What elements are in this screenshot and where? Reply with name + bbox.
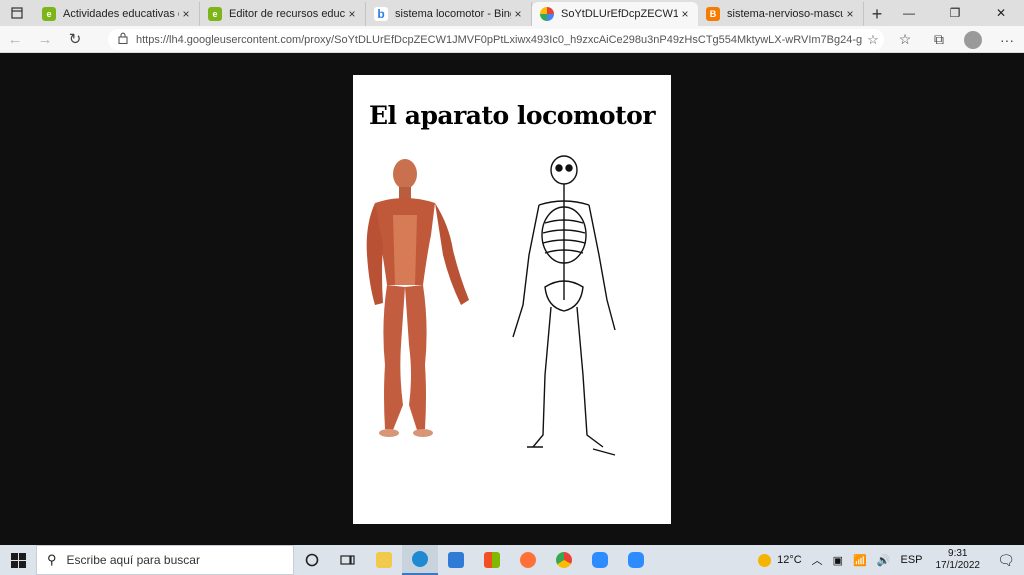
window-controls: — ❐ ✕ <box>886 0 1024 26</box>
google-photos-favicon-icon <box>540 7 554 21</box>
sun-icon <box>758 553 772 567</box>
weather-temperature: 12°C <box>777 554 802 566</box>
forward-arrow-icon[interactable]: → <box>30 26 60 53</box>
poster-image[interactable]: El aparato locomotor <box>353 75 671 524</box>
tab-strip: e Actividades educativas de PA × e Edito… <box>0 0 1024 26</box>
close-icon[interactable]: × <box>843 7 857 21</box>
tab-sistema-nervioso[interactable]: B sistema-nervioso-masculino- × <box>698 2 864 26</box>
chevron-up-icon[interactable]: ︿ <box>807 545 828 575</box>
tray-app-icon[interactable]: ▣ <box>828 545 848 575</box>
network-icon[interactable]: 📶 <box>848 545 872 575</box>
collections-icon[interactable]: ⧉ <box>922 26 956 53</box>
edge-browser-icon[interactable] <box>402 545 438 575</box>
volume-icon[interactable]: 🔊 <box>872 545 896 575</box>
tab-title: sistema-nervioso-masculino- <box>727 8 843 20</box>
windows-taskbar: ⚲ Escribe aquí para buscar 12°C ︿ ▣ 📶 🔊 … <box>0 545 1024 575</box>
educaplay-favicon-icon: e <box>42 7 56 21</box>
close-icon[interactable]: × <box>678 7 692 21</box>
lock-icon[interactable] <box>118 32 136 47</box>
cortana-icon[interactable] <box>294 545 330 575</box>
bing-favicon-icon: b <box>374 7 388 21</box>
tab-title: SoYtDLUrEfDcpZECW1JMVF0 <box>561 8 678 20</box>
add-favorite-icon[interactable]: ☆ <box>862 32 884 48</box>
image-viewer: El aparato locomotor <box>0 54 1024 545</box>
task-view-icon[interactable] <box>330 545 366 575</box>
input-language[interactable]: ESP <box>895 545 927 575</box>
minimize-icon[interactable]: — <box>886 0 932 26</box>
tab-title: Actividades educativas de PA <box>63 8 179 20</box>
tab-actividades[interactable]: e Actividades educativas de PA × <box>34 2 200 26</box>
anatomy-illustration <box>366 155 616 456</box>
address-bar[interactable]: https://lh4.googleusercontent.com/proxy/… <box>108 29 884 50</box>
tab-active-image[interactable]: SoYtDLUrEfDcpZECW1JMVF0 × <box>532 2 698 26</box>
profile-avatar[interactable] <box>956 26 990 53</box>
file-explorer-icon[interactable] <box>366 545 402 575</box>
notifications-icon[interactable]: 🗨 <box>988 545 1024 575</box>
toolbar-right: ☆ ⧉ ··· <box>888 26 1024 53</box>
chrome-icon[interactable] <box>546 545 582 575</box>
search-placeholder: Escribe aquí para buscar <box>66 553 200 567</box>
avatar <box>964 30 982 49</box>
taskbar-search-box[interactable]: ⚲ Escribe aquí para buscar <box>36 545 294 575</box>
search-icon: ⚲ <box>47 552 57 567</box>
url-text[interactable]: https://lh4.googleusercontent.com/proxy/… <box>136 34 862 46</box>
weather-widget[interactable]: 12°C <box>753 545 807 575</box>
refresh-icon[interactable]: ↻ <box>60 26 90 53</box>
windows-start-icon[interactable] <box>0 545 36 575</box>
tab-actions-icon[interactable] <box>0 0 34 26</box>
firefox-icon[interactable] <box>510 545 546 575</box>
system-tray: 12°C ︿ ▣ 📶 🔊 ESP 9:31 17/1/2022 🗨 <box>753 545 1024 575</box>
microsoft-store-icon[interactable] <box>474 545 510 575</box>
close-icon[interactable]: × <box>345 7 359 21</box>
tab-title: Editor de recursos educativos <box>229 8 345 20</box>
mail-icon[interactable] <box>438 545 474 575</box>
tab-editor-recursos[interactable]: e Editor de recursos educativos × <box>200 2 366 26</box>
restore-icon[interactable]: ❐ <box>932 0 978 26</box>
skeleton-figure <box>512 155 616 456</box>
muscle-figure <box>366 159 469 437</box>
clock-date: 17/1/2022 <box>935 560 981 571</box>
close-icon[interactable]: × <box>511 7 525 21</box>
browser-toolbar: ← → ↻ https://lh4.googleusercontent.com/… <box>0 26 1024 53</box>
blogger-favicon-icon: B <box>706 7 720 21</box>
back-arrow-icon[interactable]: ← <box>0 26 30 53</box>
favorites-icon[interactable]: ☆ <box>888 26 922 53</box>
close-window-icon[interactable]: ✕ <box>978 0 1024 26</box>
zoom-icon[interactable] <box>582 545 618 575</box>
zoom-meetings-icon[interactable] <box>618 545 654 575</box>
more-options-icon[interactable]: ··· <box>990 26 1024 53</box>
close-icon[interactable]: × <box>179 7 193 21</box>
tab-bing-images[interactable]: b sistema locomotor - Bing ima × <box>366 2 532 26</box>
educaplay-favicon-icon: e <box>208 7 222 21</box>
clock-time: 9:31 <box>948 548 968 559</box>
tab-title: sistema locomotor - Bing ima <box>395 8 511 20</box>
clock[interactable]: 9:31 17/1/2022 <box>928 548 989 572</box>
